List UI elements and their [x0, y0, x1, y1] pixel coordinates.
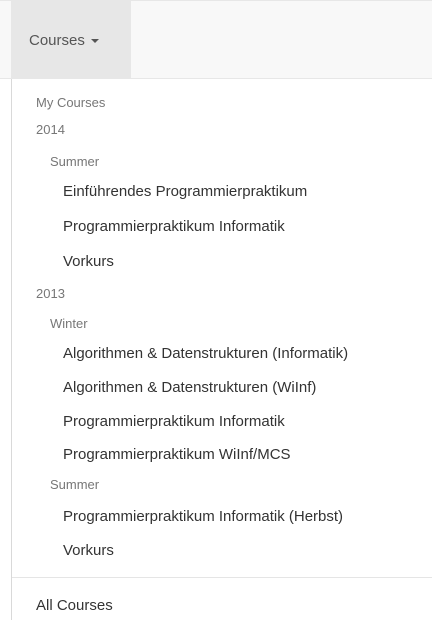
menu-divider	[12, 577, 432, 578]
course-item[interactable]: Vorkurs	[63, 542, 114, 559]
term-header-2014-summer: Summer	[50, 154, 100, 169]
course-item[interactable]: Programmierpraktikum Informatik	[63, 218, 285, 235]
caret-down-icon	[90, 39, 99, 43]
year-header-2014: 2014	[36, 122, 65, 137]
course-item[interactable]: Einführendes Programmierpraktikum	[63, 183, 307, 200]
course-item[interactable]: Algorithmen & Datenstrukturen (WiInf)	[63, 379, 316, 396]
term-header-2013-summer: Summer	[50, 477, 100, 492]
term-header-2013-winter: Winter	[50, 316, 88, 331]
courses-toggle-label: Courses	[29, 31, 85, 49]
course-item[interactable]: Programmierpraktikum WiInf/MCS	[63, 446, 291, 463]
courses-dropdown-menu: My Courses 2014 Summer Einführendes Prog…	[11, 79, 432, 620]
my-courses-header: My Courses	[36, 95, 106, 110]
navbar: Courses	[0, 0, 432, 79]
course-item[interactable]: Vorkurs	[63, 253, 114, 270]
course-item[interactable]: Programmierpraktikum Informatik	[63, 413, 285, 430]
course-item[interactable]: Algorithmen & Datenstrukturen (Informati…	[63, 345, 348, 362]
year-header-2013: 2013	[36, 286, 65, 301]
courses-dropdown-toggle[interactable]: Courses	[11, 1, 131, 79]
all-courses-link[interactable]: All Courses	[36, 597, 113, 614]
course-item[interactable]: Programmierpraktikum Informatik (Herbst)	[63, 508, 343, 525]
